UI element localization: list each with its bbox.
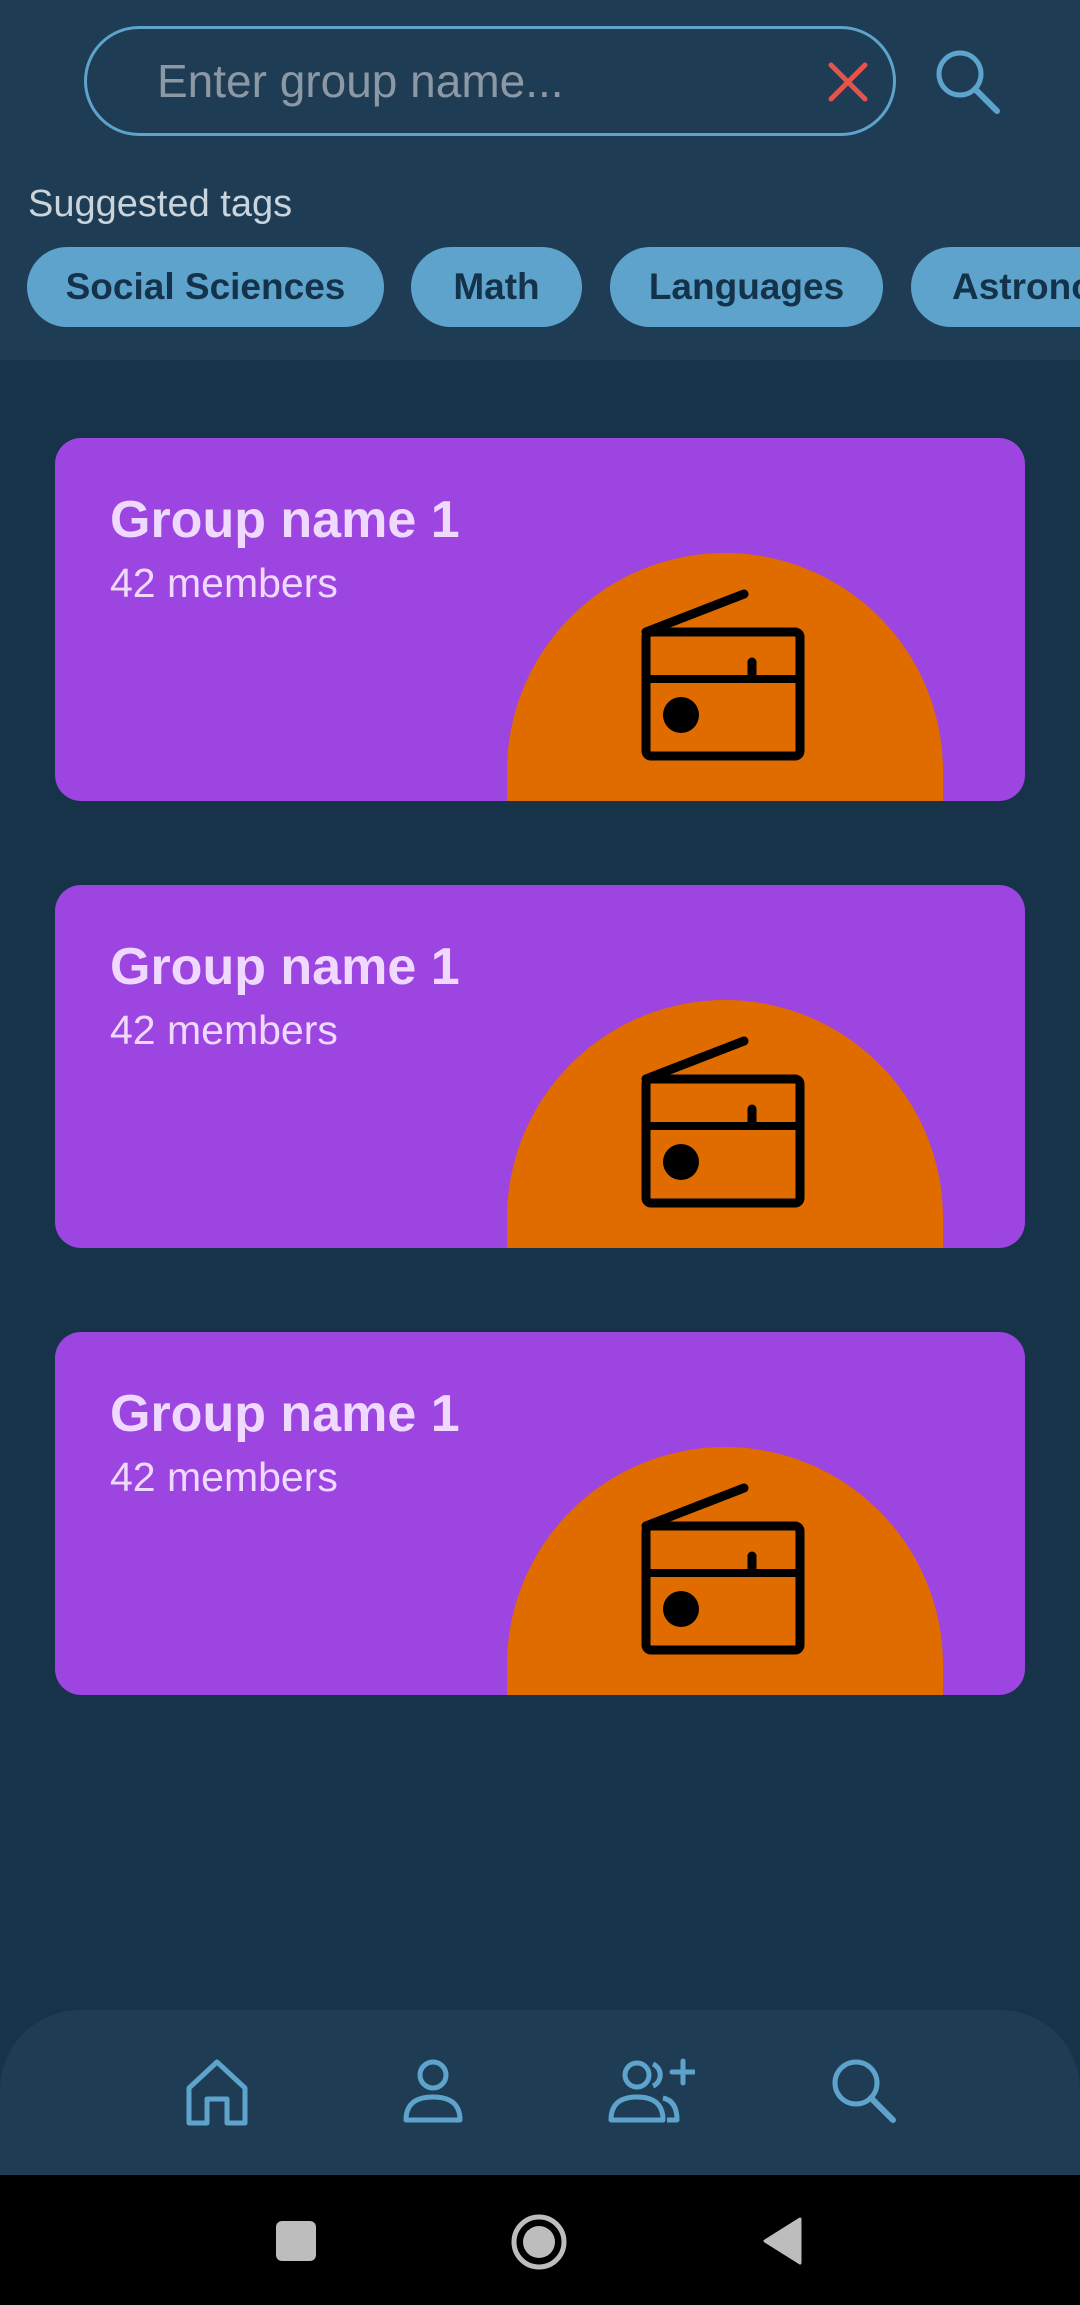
group-member-count: 42 members <box>110 560 338 606</box>
group-badge <box>507 1000 943 1248</box>
add-friend-icon <box>608 2058 697 2123</box>
tag-chip[interactable]: Astronomy <box>911 247 1080 327</box>
search-icon <box>936 50 1000 114</box>
home-icon <box>186 2059 248 2126</box>
bottom-navigation <box>0 2010 1080 2175</box>
recents-button[interactable] <box>275 2220 317 2262</box>
clear-search-button[interactable] <box>825 59 871 105</box>
home-button[interactable] <box>510 2213 568 2271</box>
profile-icon <box>403 2059 463 2123</box>
search-input[interactable] <box>157 29 757 133</box>
nav-add-friends[interactable] <box>605 2053 697 2129</box>
nav-home[interactable] <box>179 2053 255 2129</box>
group-member-count: 42 members <box>110 1454 338 1500</box>
group-member-count: 42 members <box>110 1007 338 1053</box>
radio-icon <box>641 589 805 761</box>
tag-chip[interactable]: Social Sciences <box>27 247 384 327</box>
close-icon <box>828 62 868 102</box>
group-card[interactable]: Group name 1 42 members <box>55 885 1025 1248</box>
search-header: Suggested tags Social Sciences Math Lang… <box>0 0 1080 360</box>
search-icon <box>832 2059 896 2123</box>
group-name: Group name 1 <box>110 491 460 549</box>
circle-icon <box>511 2214 567 2270</box>
group-card[interactable]: Group name 1 42 members <box>55 1332 1025 1695</box>
tag-chip[interactable]: Languages <box>610 247 883 327</box>
group-name: Group name 1 <box>110 1385 460 1443</box>
nav-search[interactable] <box>826 2053 902 2129</box>
system-navigation-bar <box>0 2175 1080 2305</box>
back-button[interactable] <box>762 2216 802 2266</box>
nav-profile[interactable] <box>395 2053 471 2129</box>
radio-icon <box>641 1483 805 1655</box>
suggested-tags-list: Social Sciences Math Languages Astronomy <box>0 247 1080 327</box>
group-name: Group name 1 <box>110 938 460 996</box>
radio-icon <box>641 1036 805 1208</box>
suggested-tags-title: Suggested tags <box>28 183 293 225</box>
group-card[interactable]: Group name 1 42 members <box>55 438 1025 801</box>
square-icon <box>276 2221 316 2261</box>
group-badge <box>507 553 943 801</box>
tag-chip[interactable]: Math <box>411 247 582 327</box>
search-box <box>84 26 896 136</box>
back-triangle-icon <box>763 2217 802 2265</box>
search-button[interactable] <box>930 44 1006 120</box>
group-badge <box>507 1447 943 1695</box>
